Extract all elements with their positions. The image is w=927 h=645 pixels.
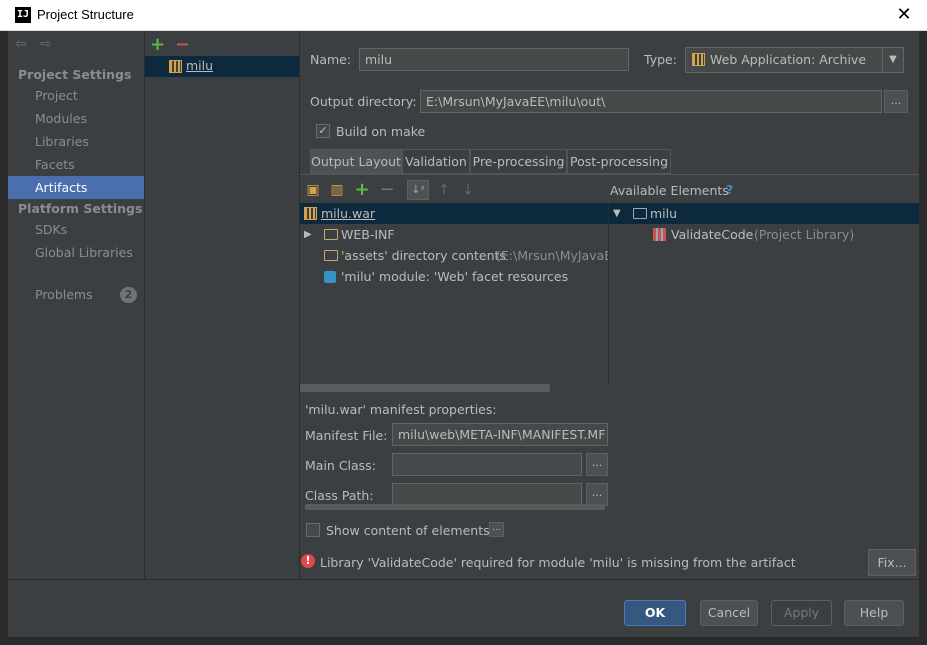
window-frame-bottom [0, 637, 927, 645]
manifest-file-input[interactable]: milu\web\META-INF\MANIFEST.MF [392, 423, 608, 446]
show-content-options-button[interactable]: ... [489, 522, 504, 537]
remove-artifact-button[interactable]: − [175, 34, 190, 55]
artifact-name: milu [186, 58, 214, 73]
sidebar-divider [144, 31, 145, 579]
manifest-scrollbar[interactable] [305, 504, 605, 510]
folder-icon [324, 250, 338, 261]
window-title: Project Structure [37, 7, 134, 22]
chevron-down-icon[interactable]: ▼ [882, 48, 903, 72]
ok-button[interactable]: OK [624, 600, 686, 626]
expand-arrow-icon[interactable]: ▶ [304, 224, 312, 245]
sidebar-item-global-libraries[interactable]: Global Libraries [8, 241, 144, 264]
available-elements-title: Available Elements [610, 183, 729, 198]
available-module-label: milu [650, 206, 678, 221]
window-frame-right [919, 31, 927, 645]
new-archive-icon[interactable]: ▥ [328, 181, 346, 199]
tab-underline [300, 174, 919, 175]
window-frame-left [0, 31, 8, 645]
web-archive-icon [692, 53, 705, 66]
layout-item-path: (E:\Mrsun\MyJavaEE [496, 248, 608, 263]
help-button[interactable]: Help [844, 600, 904, 626]
browse-output-button[interactable]: ... [884, 90, 908, 113]
layout-tree-root[interactable]: milu.war [300, 203, 608, 224]
title-bar: IJ Project Structure ✕ [0, 0, 927, 31]
output-directory-input[interactable]: E:\Mrsun\MyJavaEE\milu\out\ [420, 90, 882, 113]
error-icon: ! [301, 554, 315, 568]
close-button[interactable]: ✕ [891, 3, 917, 27]
show-content-checkbox[interactable] [306, 523, 320, 537]
build-on-make-label: Build on make [336, 124, 426, 139]
layout-tree-item[interactable]: 'assets' directory contents (E:\Mrsun\My… [300, 245, 608, 266]
build-on-make-checkbox[interactable]: ✓ [316, 124, 330, 138]
class-path-label: Class Path: [305, 488, 374, 503]
apply-button[interactable]: Apply [771, 600, 832, 626]
tab-pre-processing[interactable]: Pre-processing [470, 149, 567, 174]
war-archive-icon [304, 207, 317, 220]
war-archive-icon [169, 60, 182, 73]
library-icon [653, 228, 666, 241]
sidebar-item-libraries[interactable]: Libraries [8, 130, 144, 153]
horizontal-scrollbar[interactable] [300, 384, 550, 392]
fix-button[interactable]: Fix... [868, 549, 916, 576]
forward-arrow-icon[interactable]: ⇨ [40, 36, 52, 52]
browse-class-path-button[interactable]: ... [586, 483, 608, 506]
folder-icon [324, 229, 338, 240]
main-class-label: Main Class: [305, 458, 376, 473]
platform-settings-heading: Platform Settings [18, 201, 143, 216]
layout-tree-item[interactable]: ▶ WEB-INF [300, 224, 608, 245]
collapse-arrow-icon[interactable]: ▼ [613, 203, 621, 224]
type-value: Web Application: Archive [710, 52, 867, 67]
sidebar-item-facets[interactable]: Facets [8, 153, 144, 176]
sidebar-item-sdks[interactable]: SDKs [8, 218, 144, 241]
sort-elements-icon[interactable]: ↓ᵃ [407, 180, 429, 200]
add-element-icon[interactable]: + [353, 181, 371, 199]
module-icon [633, 208, 647, 219]
bottom-separator [8, 579, 919, 580]
main-class-input[interactable] [392, 453, 582, 476]
artifact-list-item[interactable]: milu [145, 56, 299, 77]
remove-element-icon[interactable]: − [378, 181, 396, 199]
tab-output-layout[interactable]: Output Layout [310, 149, 402, 174]
name-label: Name: [310, 52, 352, 67]
help-icon[interactable]: ? [726, 182, 733, 197]
problems-count-badge: 2 [120, 287, 137, 303]
layout-item-label: WEB-INF [341, 227, 395, 242]
sidebar-item-project[interactable]: Project [8, 84, 144, 107]
new-folder-icon[interactable]: ▣ [304, 181, 322, 199]
web-facet-icon [324, 271, 336, 283]
back-arrow-icon[interactable]: ⇦ [15, 36, 27, 52]
name-input[interactable]: milu [359, 48, 629, 71]
output-directory-label: Output directory: [310, 94, 417, 109]
layout-root-label: milu.war [321, 206, 376, 221]
available-module-row[interactable]: ▼ milu [609, 203, 919, 224]
sidebar-item-artifacts[interactable]: Artifacts [8, 176, 144, 199]
cancel-button[interactable]: Cancel [700, 600, 758, 626]
project-settings-heading: Project Settings [18, 67, 132, 82]
available-library-row[interactable]: ValidateCode (Project Library) [609, 224, 919, 245]
class-path-input[interactable] [392, 483, 582, 506]
layout-tree-item[interactable]: 'milu' module: 'Web' facet resources [300, 266, 608, 287]
artifact-list-divider [299, 31, 300, 579]
tab-validation[interactable]: Validation [402, 149, 470, 174]
move-down-icon[interactable]: 🡓 [459, 181, 477, 199]
show-content-label: Show content of elements [326, 523, 490, 538]
library-type: (Project Library) [754, 227, 855, 242]
browse-main-class-button[interactable]: ... [586, 453, 608, 476]
type-select[interactable]: Web Application: Archive [685, 47, 904, 73]
sidebar-item-modules[interactable]: Modules [8, 107, 144, 130]
layout-item-label: 'assets' directory contents [341, 248, 506, 263]
manifest-header: 'milu.war' manifest properties: [305, 402, 497, 417]
library-label: ValidateCode [671, 227, 754, 242]
tab-post-processing[interactable]: Post-processing [567, 149, 671, 174]
type-label: Type: [644, 52, 677, 67]
manifest-file-label: Manifest File: [305, 428, 388, 443]
layout-item-label: 'milu' module: 'Web' facet resources [341, 269, 569, 284]
move-up-icon[interactable]: 🡑 [435, 181, 453, 199]
intellij-icon: IJ [15, 7, 31, 23]
warning-message: Library 'ValidateCode' required for modu… [320, 555, 796, 570]
add-artifact-button[interactable]: + [150, 34, 165, 55]
